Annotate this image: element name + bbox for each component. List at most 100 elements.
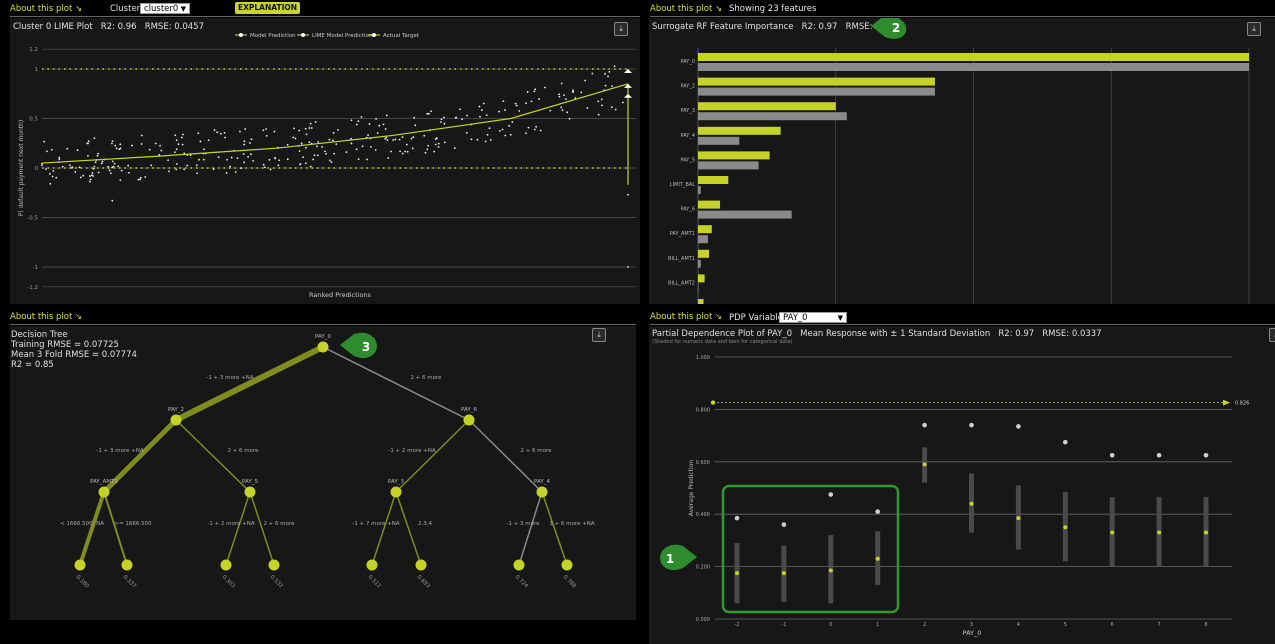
lime-about-link[interactable]: About this plot ↘ bbox=[10, 4, 82, 14]
importance-bar bbox=[698, 225, 712, 234]
cluster-select[interactable]: cluster0 ▼ bbox=[140, 3, 190, 14]
tree-leaf[interactable] bbox=[513, 559, 525, 571]
lime-point bbox=[58, 156, 61, 159]
lime-point bbox=[78, 166, 81, 169]
lime-point bbox=[489, 139, 492, 141]
lime-point bbox=[470, 138, 473, 141]
tree-node[interactable] bbox=[170, 414, 182, 426]
x-tick-label: -1 bbox=[781, 622, 786, 628]
lime-point bbox=[530, 100, 533, 103]
lime-point bbox=[325, 152, 327, 155]
lime-point bbox=[203, 148, 205, 151]
lime-point bbox=[426, 112, 429, 115]
lime-point bbox=[262, 163, 265, 166]
tree-leaf[interactable] bbox=[561, 559, 573, 571]
lime-point bbox=[361, 145, 364, 148]
tree-about-link[interactable]: About this plot ↘ bbox=[10, 312, 82, 322]
tree-edge-label: 2 + 6 more bbox=[263, 521, 295, 527]
lime-point bbox=[498, 130, 501, 132]
tree-node[interactable] bbox=[463, 414, 475, 426]
lime-point bbox=[49, 182, 52, 185]
lime-point bbox=[139, 178, 141, 181]
lime-point bbox=[313, 154, 316, 157]
lime-point bbox=[94, 161, 97, 164]
importance-bar bbox=[698, 151, 770, 160]
lime-point bbox=[350, 142, 353, 145]
tree-node[interactable] bbox=[390, 486, 402, 498]
tree-leaf[interactable] bbox=[415, 559, 427, 571]
rf-header-rule bbox=[650, 16, 1275, 17]
tree-node[interactable] bbox=[98, 486, 110, 498]
tree-node[interactable] bbox=[244, 486, 256, 498]
annotation-badge-3: 3 bbox=[340, 332, 377, 359]
lime-point bbox=[97, 171, 100, 174]
tree-leaf[interactable] bbox=[366, 559, 378, 571]
lime-point bbox=[434, 143, 437, 146]
cluster-select-value: cluster0 bbox=[144, 4, 179, 14]
tree-node-label: PAY_3 bbox=[388, 479, 404, 485]
lime-point bbox=[410, 137, 413, 140]
badge-3-number: 3 bbox=[362, 340, 370, 354]
explanation-button[interactable]: EXPLANATION bbox=[235, 2, 301, 14]
mean-point bbox=[1063, 525, 1068, 530]
lime-point bbox=[527, 126, 530, 129]
rf-panel: Surrogate RF Feature Importance R2: 0.97… bbox=[649, 18, 1275, 304]
lime-point bbox=[225, 171, 228, 174]
lime-point bbox=[195, 164, 198, 167]
rf-chart: PAY_0 PAY_2 PAY_3 PAY_4 PAY_5 LIMIT_BAL PAY_6 P… bbox=[668, 18, 1250, 304]
lime-point bbox=[613, 65, 616, 68]
lime-point bbox=[375, 117, 377, 120]
lime-point bbox=[560, 106, 563, 109]
mean-point bbox=[735, 571, 739, 576]
tree-edge bbox=[371, 491, 397, 566]
tree-node[interactable] bbox=[317, 341, 329, 353]
lime-point bbox=[96, 154, 99, 157]
pdp-about-link[interactable]: About this plot ↘ bbox=[650, 312, 722, 322]
lime-point bbox=[86, 142, 89, 145]
lime-point bbox=[250, 138, 253, 141]
tree-edge-label: -1 + 3 more bbox=[506, 521, 540, 527]
lime-point bbox=[97, 152, 100, 155]
pdp-variable-select[interactable]: PAY_0 ▼ bbox=[779, 312, 847, 323]
lime-point bbox=[292, 136, 295, 139]
lime-point bbox=[558, 95, 561, 98]
lime-point bbox=[597, 100, 600, 103]
tree-leaf-value: 0.337 bbox=[122, 574, 138, 590]
lime-point bbox=[304, 127, 307, 130]
lime-point bbox=[591, 72, 594, 75]
tree-edge-label: -1 + 3 more +NA bbox=[206, 375, 254, 381]
lime-point bbox=[52, 169, 55, 172]
lime-point bbox=[248, 142, 251, 144]
lime-point bbox=[440, 118, 443, 121]
lime-point bbox=[250, 153, 252, 156]
tree-node-label: PAY_AMT1 bbox=[90, 479, 118, 485]
mean-point bbox=[1157, 530, 1162, 535]
lime-point bbox=[48, 173, 51, 175]
lime-point bbox=[240, 167, 243, 170]
y-tick-label: 0.800 bbox=[696, 407, 710, 413]
tree-edge-label: 2,3,4 bbox=[418, 521, 432, 527]
lime-point bbox=[544, 86, 546, 89]
legend-target-marker bbox=[372, 33, 376, 37]
tree-edge bbox=[103, 491, 128, 566]
lime-point bbox=[183, 168, 186, 171]
lime-point bbox=[580, 91, 583, 94]
lime-point bbox=[159, 145, 161, 147]
rf-about-link[interactable]: About this plot ↘ bbox=[650, 4, 722, 14]
tree-leaf[interactable] bbox=[121, 559, 133, 571]
lime-point bbox=[148, 148, 151, 151]
lime-point bbox=[293, 127, 295, 130]
lime-point bbox=[392, 139, 395, 141]
target-point bbox=[781, 522, 787, 527]
pdp-xlabel: PAY_0 bbox=[963, 629, 982, 637]
tree-leaf[interactable] bbox=[268, 559, 280, 571]
legend-model: Model Prediction bbox=[250, 33, 296, 39]
tree-leaf[interactable] bbox=[74, 559, 86, 571]
lime-point bbox=[263, 166, 266, 169]
tree-node[interactable] bbox=[536, 486, 548, 498]
lime-point bbox=[167, 159, 169, 162]
lime-point bbox=[174, 134, 177, 137]
lime-point bbox=[406, 150, 409, 153]
chevron-down-icon: ▼ bbox=[837, 314, 843, 322]
tree-leaf[interactable] bbox=[220, 559, 232, 571]
